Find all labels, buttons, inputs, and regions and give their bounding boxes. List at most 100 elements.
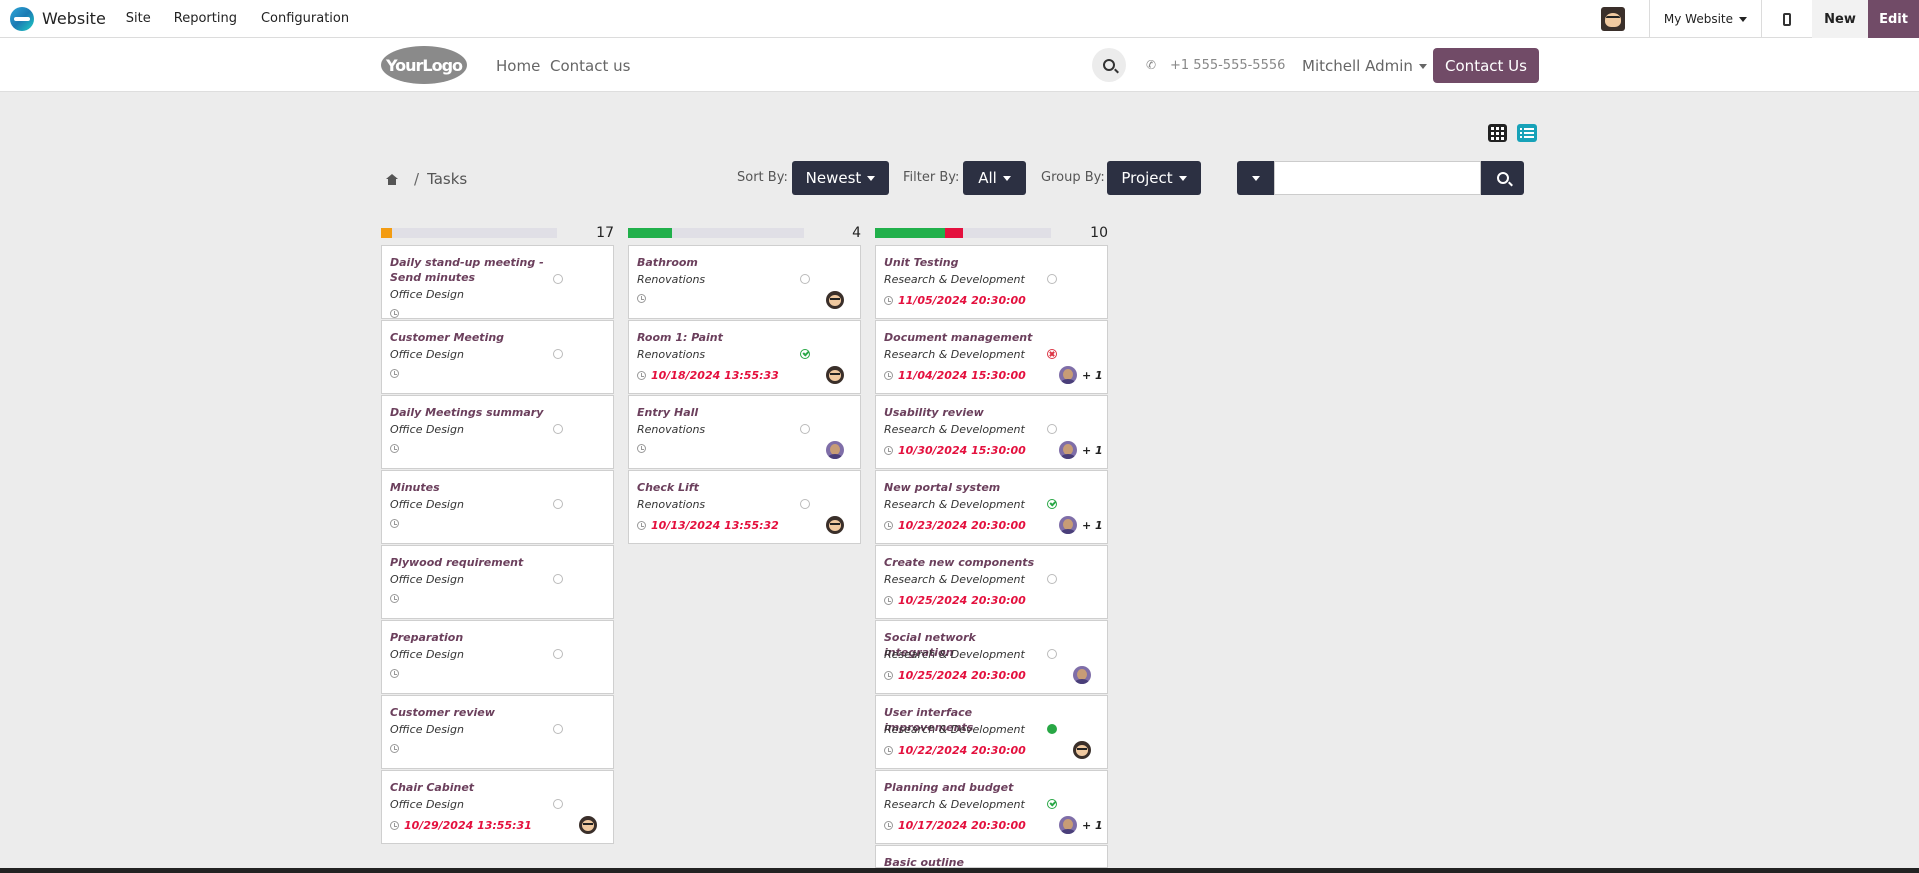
assignee-avatar[interactable] (1059, 366, 1077, 384)
website-switcher[interactable]: My Website (1650, 12, 1761, 26)
task-status-icon[interactable] (800, 499, 810, 509)
column-progress-bar[interactable] (381, 228, 557, 238)
task-deadline (390, 369, 404, 378)
app-switcher[interactable]: Website (10, 6, 106, 31)
nav-contact-us[interactable]: Contact us (550, 57, 630, 75)
assignee-avatar[interactable] (1073, 666, 1091, 684)
phone-number[interactable]: +1 555-555-5556 (1170, 58, 1285, 73)
assignee-avatar[interactable] (1073, 741, 1091, 759)
clock-icon (637, 371, 646, 380)
task-status-icon[interactable] (1047, 499, 1057, 509)
website-switcher-label: My Website (1663, 12, 1733, 26)
task-status-icon[interactable] (1047, 574, 1057, 584)
column-progress-bar[interactable] (875, 228, 1051, 238)
assignee-avatar[interactable] (1059, 516, 1077, 534)
filter-by-dropdown[interactable]: All (963, 161, 1026, 195)
task-status-icon[interactable] (553, 349, 563, 359)
menu-configuration[interactable]: Configuration (261, 11, 349, 26)
task-card[interactable]: Customer review Office Design (381, 695, 614, 769)
assignee-avatar[interactable] (579, 816, 597, 834)
task-project: Research & Development (884, 273, 1025, 286)
menu-site[interactable]: Site (126, 11, 151, 26)
task-status-icon[interactable] (1047, 799, 1057, 809)
task-card[interactable]: Daily stand-up meeting - Send minutes Off… (381, 245, 614, 319)
task-status-icon[interactable] (1047, 349, 1057, 359)
assignee-avatar[interactable] (1059, 816, 1077, 834)
task-status-icon[interactable] (800, 424, 810, 434)
sort-by-dropdown[interactable]: Newest (792, 161, 889, 195)
nav-home[interactable]: Home (496, 57, 540, 75)
task-card[interactable]: User interface improvements Research & De… (875, 695, 1108, 769)
task-status-icon[interactable] (553, 499, 563, 509)
task-card[interactable]: Plywood requirement Office Design (381, 545, 614, 619)
task-card[interactable]: Social network integration Research & Dev… (875, 620, 1108, 694)
task-card[interactable]: Customer Meeting Office Design (381, 320, 614, 394)
task-status-icon[interactable] (553, 799, 563, 809)
task-deadline (390, 444, 404, 453)
task-status-icon[interactable] (553, 724, 563, 734)
task-card[interactable]: Usability review Research & Development 10… (875, 395, 1108, 469)
task-card[interactable]: Basic outline (875, 845, 1108, 868)
grid-view-icon[interactable] (1488, 124, 1507, 142)
task-card[interactable]: Room 1: Paint Renovations 10/18/2024 13:55… (628, 320, 861, 394)
home-icon[interactable] (386, 173, 398, 185)
task-card[interactable]: New portal system Research & Development 1… (875, 470, 1108, 544)
progress-segment[interactable] (875, 228, 946, 238)
task-card[interactable]: Preparation Office Design (381, 620, 614, 694)
mobile-preview-button[interactable] (1762, 0, 1812, 38)
search-options-dropdown[interactable] (1237, 161, 1274, 195)
task-card[interactable]: Unit Testing Research & Development 11/05/… (875, 245, 1108, 319)
task-card[interactable]: Bathroom Renovations (628, 245, 861, 319)
assignee-avatar[interactable] (826, 441, 844, 459)
task-card[interactable]: Document management Research & Developmen… (875, 320, 1108, 394)
task-title: Plywood requirement (390, 556, 524, 569)
task-status-icon[interactable] (800, 349, 810, 359)
menu-reporting[interactable]: Reporting (174, 11, 237, 26)
task-card[interactable]: Check Lift Renovations 10/13/2024 13:55:32 (628, 470, 861, 544)
clock-icon (390, 744, 399, 753)
task-card[interactable]: Daily Meetings summary Office Design (381, 395, 614, 469)
task-title: Planning and budget (884, 781, 1014, 794)
header-search-button[interactable] (1092, 48, 1126, 82)
task-card[interactable]: Minutes Office Design (381, 470, 614, 544)
list-view-icon[interactable] (1517, 124, 1537, 142)
progress-segment[interactable] (381, 228, 392, 238)
site-logo[interactable]: YourLogo (381, 46, 467, 84)
task-project: Research & Development (884, 648, 1025, 661)
admin-navbar: Website Site Reporting Configuration My … (0, 0, 1919, 38)
search-submit-button[interactable] (1481, 161, 1524, 195)
assignee-avatar[interactable] (826, 366, 844, 384)
new-button[interactable]: New (1812, 0, 1868, 38)
assignee-avatar[interactable] (826, 516, 844, 534)
column-header: 17 (381, 225, 614, 243)
task-status-icon[interactable] (553, 424, 563, 434)
task-status-icon[interactable] (1047, 424, 1057, 434)
task-card[interactable]: Create new components Research & Developm… (875, 545, 1108, 619)
task-card[interactable]: Entry Hall Renovations (628, 395, 861, 469)
clock-icon (390, 444, 399, 453)
task-title: Chair Cabinet (390, 781, 475, 794)
task-card[interactable]: Chair Cabinet Office Design 10/29/2024 13:… (381, 770, 614, 844)
progress-segment[interactable] (945, 228, 963, 238)
task-status-icon[interactable] (1047, 649, 1057, 659)
contact-us-button[interactable]: Contact Us (1433, 48, 1539, 83)
user-menu[interactable]: Mitchell Admin (1302, 57, 1427, 75)
extra-assignees-count: + 1 (1082, 519, 1103, 532)
task-status-icon[interactable] (1047, 724, 1057, 734)
assignee-avatar[interactable] (1059, 441, 1077, 459)
task-status-icon[interactable] (553, 574, 563, 584)
search-input[interactable] (1274, 161, 1481, 195)
progress-segment[interactable] (628, 228, 672, 238)
edit-button[interactable]: Edit (1868, 0, 1919, 38)
user-avatar[interactable] (1600, 7, 1625, 31)
task-status-icon[interactable] (1047, 274, 1057, 284)
task-title: Customer review (390, 706, 495, 719)
task-status-icon[interactable] (800, 274, 810, 284)
task-card[interactable]: Planning and budget Research & Developmen… (875, 770, 1108, 844)
clock-icon (637, 294, 646, 303)
column-progress-bar[interactable] (628, 228, 804, 238)
task-status-icon[interactable] (553, 649, 563, 659)
task-status-icon[interactable] (553, 274, 563, 284)
group-by-dropdown[interactable]: Project (1107, 161, 1201, 195)
assignee-avatar[interactable] (826, 291, 844, 309)
